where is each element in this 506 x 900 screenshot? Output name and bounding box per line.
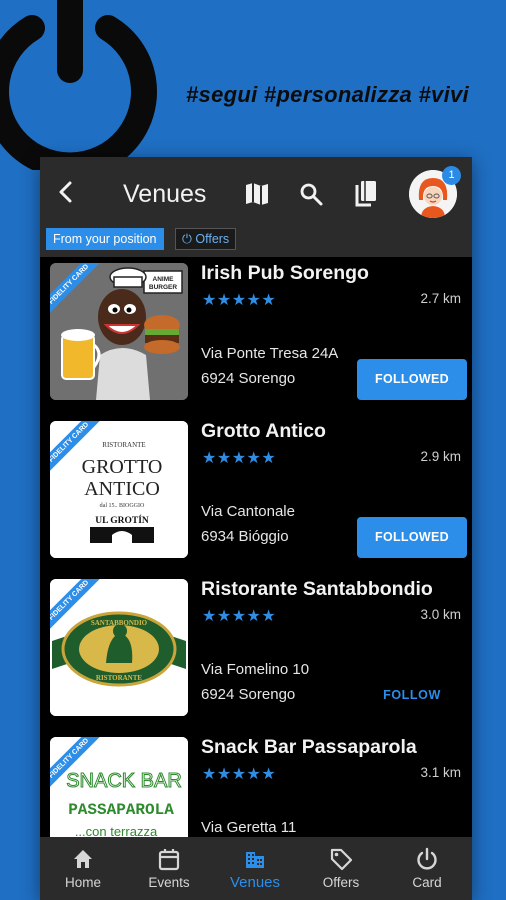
venue-city: 6924 Sorengo — [201, 370, 296, 387]
svg-text:SNACK BAR: SNACK BAR — [66, 770, 182, 792]
map-icon[interactable] — [244, 182, 270, 206]
venue-item[interactable]: SNACK BAR PASSAPAROLA ...con terrazza FI… — [40, 731, 472, 837]
venue-logo: SNACK BAR PASSAPAROLA ...con terrazza FI… — [50, 737, 188, 837]
building-icon — [246, 852, 264, 868]
rating-stars: ★★★★★ — [202, 608, 277, 625]
venue-distance: 2.7 km — [420, 291, 461, 306]
venue-name: Snack Bar Passaparola — [201, 736, 417, 758]
nav-home-label: Home — [64, 875, 101, 890]
followed-button[interactable]: FOLLOWED — [357, 359, 467, 400]
svg-text:SANTABBONDIO: SANTABBONDIO — [91, 619, 148, 627]
venue-item[interactable]: ANIME BURGER FIDELITY CARD Irish Pub Sor… — [40, 257, 472, 415]
svg-text:dal 15.. BIOGGIO: dal 15.. BIOGGIO — [100, 503, 145, 509]
venue-logo: RISTORANTE GROTTO ANTICO dal 15.. BIOGGI… — [50, 421, 188, 558]
calendar-icon — [158, 849, 180, 871]
svg-text:RISTORANTE: RISTORANTE — [102, 441, 145, 449]
svg-text:BURGER: BURGER — [149, 284, 177, 291]
nav-venues-label: Venues — [229, 874, 281, 891]
power-logo-icon — [0, 0, 157, 170]
back-arrow-icon[interactable] — [54, 179, 80, 205]
follow-button[interactable]: FOLLOW — [357, 675, 467, 716]
filter-from-position[interactable]: From your position — [46, 228, 164, 250]
venue-logo: SANTABBONDIO RISTORANTE FIDELITY CARD — [50, 579, 188, 716]
venue-name: Irish Pub Sorengo — [201, 262, 369, 284]
nav-offers-label: Offers — [322, 875, 360, 890]
venue-street: Via Geretta 11 — [201, 819, 297, 836]
rating-stars: ★★★★★ — [202, 450, 277, 467]
home-icon — [74, 850, 92, 868]
venue-city: 6934 Bióggio — [201, 528, 289, 545]
venue-street: Via Cantonale — [201, 503, 295, 520]
venue-item[interactable]: SANTABBONDIO RISTORANTE FIDELITY CARD Ri… — [40, 573, 472, 731]
venue-distance: 2.9 km — [420, 449, 461, 464]
filter-offers[interactable]: ⏻ Offers — [175, 228, 237, 250]
venue-city: 6924 Sorengo — [201, 686, 296, 703]
app-bar: Venues 1 From your position ⏻ Offers — [40, 157, 472, 257]
nav-venues[interactable]: Venues — [212, 837, 298, 900]
venue-street: Via Ponte Tresa 24A — [201, 345, 339, 362]
nav-card[interactable]: Card — [384, 837, 470, 900]
search-icon[interactable] — [299, 182, 323, 206]
venue-list: ANIME BURGER FIDELITY CARD Irish Pub Sor… — [40, 257, 472, 837]
nav-events-label: Events — [148, 875, 190, 890]
venue-item[interactable]: RISTORANTE GROTTO ANTICO dal 15.. BIOGGI… — [40, 415, 472, 573]
rating-stars: ★★★★★ — [202, 766, 277, 783]
svg-text:PASSAPAROLA: PASSAPAROLA — [68, 801, 174, 819]
venue-name: Grotto Antico — [201, 420, 326, 442]
svg-text:ANTICO: ANTICO — [84, 478, 160, 500]
power-icon — [417, 847, 437, 870]
svg-text:GROTTO: GROTTO — [82, 456, 163, 478]
page-title: Venues — [123, 180, 207, 208]
tag-icon — [330, 848, 353, 871]
power-small-icon: ⏻ — [182, 232, 196, 246]
bottom-navigation: Home Events Venues Offers Card — [40, 837, 472, 900]
app-screen: Venues 1 From your position ⏻ Offers ANI… — [40, 157, 472, 900]
venue-logo: ANIME BURGER FIDELITY CARD — [50, 263, 188, 400]
nav-home[interactable]: Home — [40, 837, 126, 900]
rating-stars: ★★★★★ — [202, 292, 277, 309]
svg-text:...con terrazza: ...con terrazza — [75, 824, 158, 837]
venue-name: Ristorante Santabbondio — [201, 578, 433, 600]
followed-button[interactable]: FOLLOWED — [357, 517, 467, 558]
tagline: #segui #personalizza #vivi — [186, 82, 469, 107]
bookmarks-icon[interactable] — [352, 179, 380, 207]
venue-distance: 3.0 km — [420, 607, 461, 622]
svg-text:UL GROTÍN: UL GROTÍN — [95, 514, 149, 526]
nav-card-label: Card — [412, 875, 442, 890]
svg-text:ANIME: ANIME — [153, 276, 175, 283]
filter-offers-label: Offers — [195, 232, 230, 246]
venue-street: Via Fomelino 10 — [201, 661, 310, 678]
svg-text:RISTORANTE: RISTORANTE — [96, 674, 142, 682]
nav-events[interactable]: Events — [126, 837, 212, 900]
venue-distance: 3.1 km — [420, 765, 461, 780]
notification-badge: 1 — [442, 166, 461, 185]
nav-offers[interactable]: Offers — [298, 837, 384, 900]
